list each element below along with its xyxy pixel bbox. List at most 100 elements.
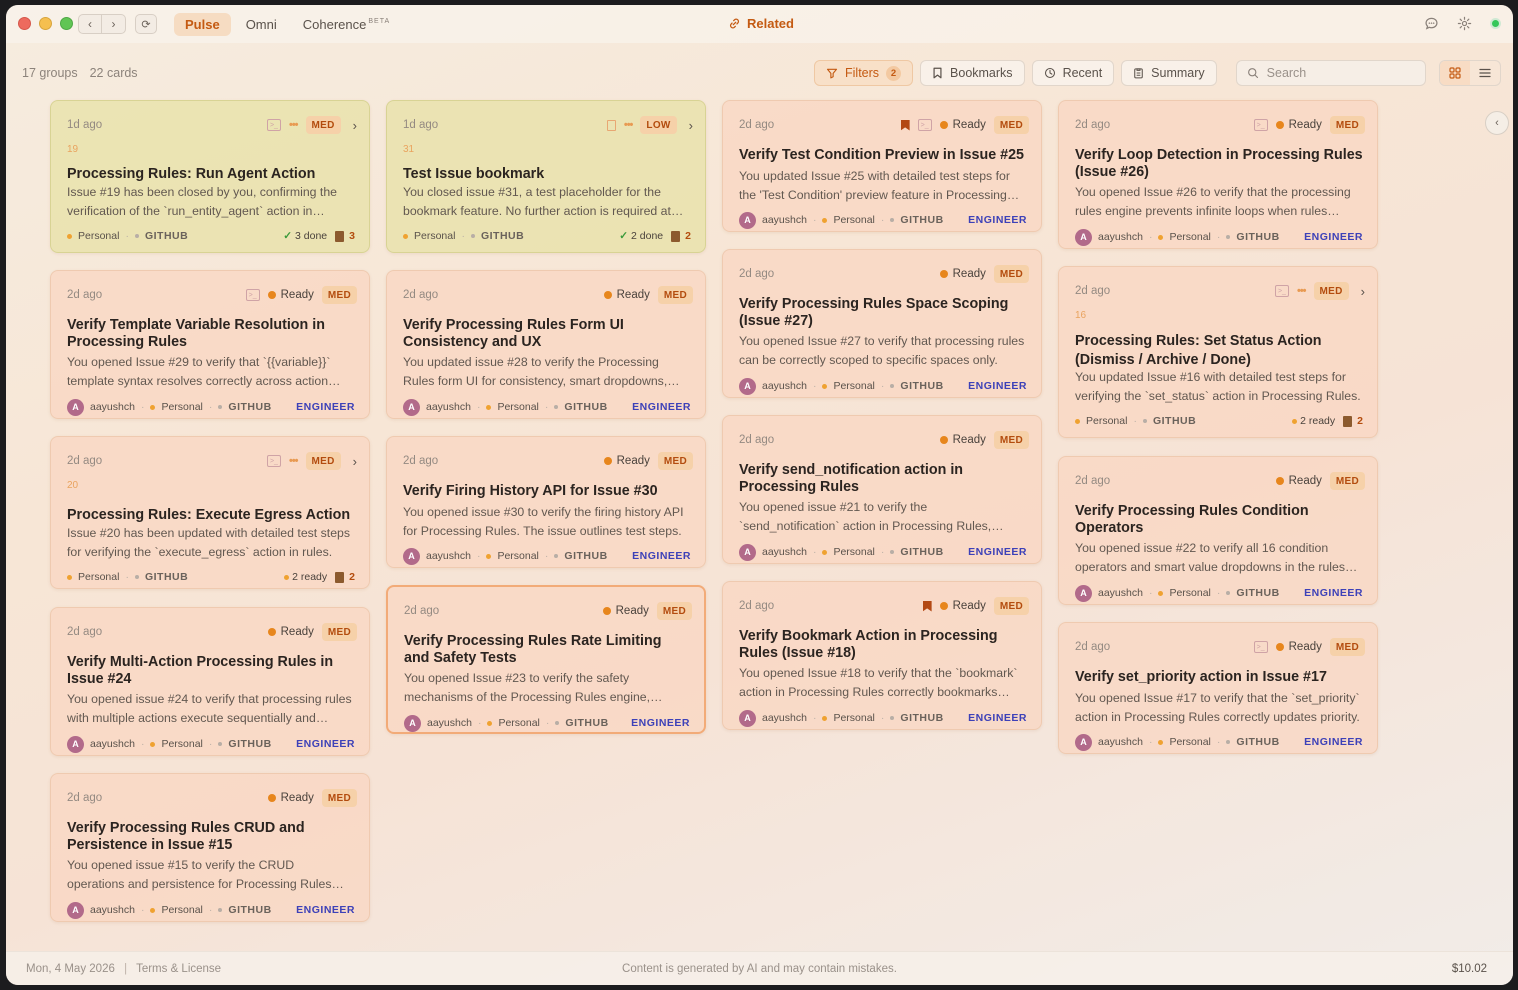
- recent-button[interactable]: Recent: [1031, 60, 1115, 86]
- card-title: Processing Rules: Set Status Action (Dis…: [1075, 333, 1322, 368]
- avatar: A: [67, 398, 84, 416]
- more-icon[interactable]: •••: [624, 119, 634, 131]
- card[interactable]: 1d ago ••• LOW › 31 Test Issue bookmark …: [386, 100, 706, 253]
- card-title: Verify Firing History API for Issue #30: [403, 483, 658, 499]
- card[interactable]: 2d ago >_ Ready MED Verify Test Conditio…: [722, 100, 1042, 232]
- workspace-dot-icon: [1158, 234, 1164, 240]
- card-footer: Personal · GITHUB ✓ 2 done 2: [403, 227, 691, 245]
- priority-badge: MED: [1329, 472, 1365, 490]
- terminal-icon: >_: [1253, 119, 1268, 131]
- card[interactable]: 2d ago >_ Ready MED Verify Loop Detectio…: [1058, 100, 1378, 249]
- tab-omni[interactable]: Omni: [235, 13, 288, 36]
- tab-coherence[interactable]: Coherence BETA: [292, 13, 401, 36]
- beta-badge: BETA: [368, 18, 391, 25]
- workspace-dot-icon: [822, 715, 828, 721]
- gear-icon[interactable]: [1457, 16, 1472, 31]
- card-title: Verify Test Condition Preview in Issue #…: [739, 147, 1024, 163]
- status-badge: Ready: [267, 792, 314, 804]
- card-footer: Aaayushch · Personal · GITHUB ENGINEER: [1075, 228, 1363, 246]
- card-selected[interactable]: 2d ago Ready MED Verify Processing Rules…: [386, 585, 706, 734]
- more-icon[interactable]: •••: [289, 119, 299, 131]
- role-badge: ENGINEER: [632, 401, 691, 413]
- card-age: 1d ago: [67, 119, 103, 131]
- tab-pulse[interactable]: Pulse: [174, 13, 231, 36]
- title-bar: ‹ › ⟳ Pulse Omni Coherence BETA Related: [6, 5, 1513, 43]
- priority-badge: MED: [657, 286, 693, 304]
- status-dot-icon: [939, 121, 948, 129]
- avatar: A: [404, 714, 421, 732]
- status-dot-icon: [939, 436, 948, 444]
- card-description: You opened Issue #23 to verify the safet…: [404, 671, 651, 704]
- card[interactable]: 2d ago Ready MED Verify Multi-Action Pro…: [50, 607, 370, 756]
- card[interactable]: 2d ago Ready MED Verify send_notificatio…: [722, 415, 1042, 564]
- close-window-button[interactable]: [18, 17, 31, 30]
- search-input[interactable]: Search: [1235, 60, 1426, 86]
- avatar: A: [67, 735, 84, 753]
- bookmarks-button[interactable]: Bookmarks: [920, 60, 1025, 86]
- role-badge: ENGINEER: [1304, 736, 1363, 748]
- grid-view-button[interactable]: [1439, 61, 1470, 85]
- card[interactable]: 1d ago >_ ••• MED › 19 Processing Rules:…: [50, 100, 370, 253]
- card[interactable]: 2d ago >_ ••• MED › 16 Processing Rules:…: [1058, 266, 1378, 438]
- minimize-window-button[interactable]: [39, 17, 52, 30]
- back-button[interactable]: ‹: [78, 14, 102, 34]
- more-icon[interactable]: •••: [289, 455, 299, 467]
- status-dot-icon: [603, 457, 612, 465]
- chevron-right-icon[interactable]: ›: [689, 118, 693, 133]
- card-footer: Aaayushch · Personal · GITHUB ENGINEER: [739, 709, 1027, 727]
- card-title: Verify Bookmark Action in Processing Rul…: [739, 628, 998, 661]
- forward-button[interactable]: ›: [102, 14, 126, 34]
- chevron-right-icon: ›: [111, 17, 116, 31]
- search-placeholder: Search: [1266, 66, 1307, 80]
- card-footer: Personal · GITHUB 2 ready 2: [1075, 412, 1363, 430]
- card[interactable]: 2d ago Ready MED Verify Bookmark Action …: [722, 581, 1042, 730]
- chevron-right-icon[interactable]: ›: [353, 454, 357, 469]
- workspace-dot-icon: [1158, 739, 1164, 745]
- card[interactable]: 2d ago Ready MED Verify Processing Rules…: [1058, 456, 1378, 605]
- workspace-dot-icon: [486, 553, 492, 559]
- card[interactable]: 2d ago Ready MED Verify Processing Rules…: [50, 773, 370, 922]
- status-dot-icon: [267, 628, 276, 636]
- summary-button[interactable]: Summary: [1121, 60, 1217, 86]
- sidebar-toggle-button[interactable]: ‹: [1485, 111, 1509, 135]
- chevron-right-icon[interactable]: ›: [1361, 284, 1365, 299]
- source-dot-icon: [890, 716, 895, 720]
- app-window: ‹ › ⟳ Pulse Omni Coherence BETA Related 1…: [6, 5, 1513, 985]
- status-badge: Ready: [267, 289, 314, 301]
- related-title[interactable]: Related: [728, 16, 794, 31]
- check-icon: ✓: [619, 230, 629, 242]
- chat-icon[interactable]: [1424, 16, 1439, 31]
- terminal-icon: >_: [266, 119, 281, 131]
- avatar: A: [403, 547, 420, 565]
- card[interactable]: 2d ago Ready MED Verify Firing History A…: [386, 436, 706, 568]
- role-badge: ENGINEER: [968, 546, 1027, 558]
- card-description: Issue #20 has been updated with detailed…: [67, 526, 351, 559]
- card[interactable]: 2d ago Ready MED Verify Processing Rules…: [722, 249, 1042, 398]
- card-footer: Aaayushch · Personal · GITHUB ENGINEER: [403, 547, 691, 565]
- bookmark-filled-icon[interactable]: [922, 600, 932, 612]
- status-dot-icon: [267, 291, 276, 299]
- card-footer: Aaayushch · Personal · GITHUB ENGINEER: [739, 211, 1027, 229]
- card-title: Verify Processing Rules CRUD and Persist…: [67, 820, 305, 853]
- workspace-dot-icon: [67, 574, 72, 580]
- more-icon[interactable]: •••: [1297, 285, 1307, 297]
- avatar: A: [67, 901, 84, 919]
- card[interactable]: 2d ago >_ Ready MED Verify Template Vari…: [50, 270, 370, 419]
- card-count: 22 cards: [89, 66, 138, 80]
- zoom-window-button[interactable]: [60, 17, 73, 30]
- card[interactable]: 2d ago >_ Ready MED Verify set_priority …: [1058, 622, 1378, 754]
- status-badge: Ready: [603, 289, 650, 301]
- bookmark-icon[interactable]: [606, 119, 616, 131]
- card[interactable]: 2d ago Ready MED Verify Processing Rules…: [386, 270, 706, 419]
- role-badge: ENGINEER: [968, 214, 1027, 226]
- filters-button[interactable]: Filters 2: [814, 60, 914, 86]
- bookmark-filled-icon[interactable]: [900, 119, 910, 131]
- chevron-right-icon[interactable]: ›: [353, 118, 357, 133]
- list-view-button[interactable]: [1470, 61, 1500, 85]
- avatar: A: [1075, 733, 1092, 751]
- refresh-button[interactable]: ⟳: [135, 14, 157, 34]
- status-dot-icon: [1275, 477, 1284, 485]
- status-badge: Ready: [939, 434, 986, 446]
- card[interactable]: 2d ago >_ ••• MED › 20 Processing Rules:…: [50, 436, 370, 589]
- workspace-dot-icon: [486, 404, 492, 410]
